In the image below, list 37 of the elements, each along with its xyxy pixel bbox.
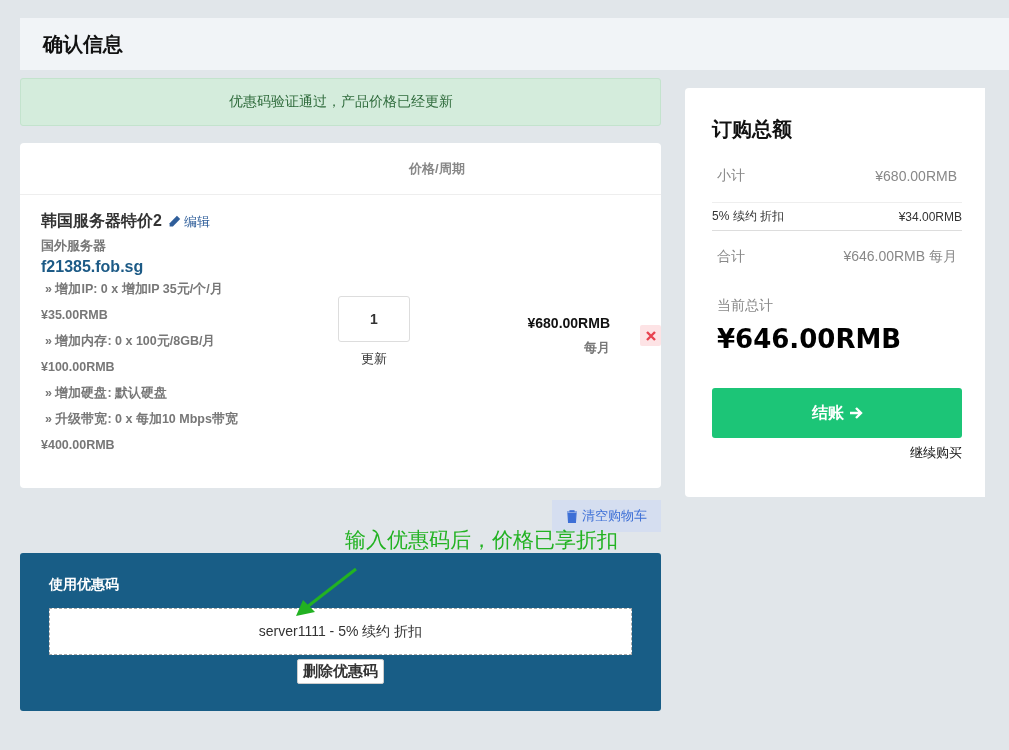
summary-title: 订购总额	[712, 117, 793, 142]
current-total-amount: ¥646.00RMB	[717, 324, 902, 354]
option-label: » 增加IP: 0 x 增加IP 35元/个/月	[44, 282, 223, 296]
product-group: 国外服务器	[41, 237, 306, 255]
trash-icon	[566, 509, 578, 523]
summary-label: 5% 续约 折扣	[712, 208, 784, 225]
option-price: ¥400.00RMB	[41, 438, 115, 452]
annotation-arrow	[296, 567, 357, 616]
remove-button[interactable]	[640, 325, 661, 346]
page-title: 确认信息	[41, 32, 123, 57]
summary-label: 小计	[717, 167, 745, 185]
column-header: 价格/周期	[409, 159, 465, 178]
edit-link[interactable]: 编辑	[167, 212, 210, 231]
success-alert: 优惠码验证通过，产品价格已经更新	[20, 78, 661, 126]
item-price: ¥680.00RMB	[527, 315, 610, 331]
option-label: » 增加硬盘: 默认硬盘	[44, 386, 168, 400]
summary-amount: ¥34.00RMB	[898, 209, 962, 224]
option-price: ¥35.00RMB	[41, 308, 108, 322]
remove-promo-button[interactable]: 删除优惠码	[297, 659, 384, 684]
current-total-label: 当前总计	[717, 297, 773, 313]
quantity-field[interactable]: 1	[338, 296, 410, 342]
update-link[interactable]: 更新	[361, 350, 387, 368]
continue-shopping-link[interactable]: 继续购买	[910, 445, 962, 460]
option-label: » 增加内存: 0 x 100元/8GB/月	[44, 334, 216, 348]
domain-text: f21385.fob.sg	[41, 258, 145, 276]
promo-title: 使用优惠码	[49, 577, 119, 592]
billing-cycle: 每月	[584, 340, 610, 355]
pencil-icon	[167, 215, 181, 228]
summary-amount: ¥646.00RMB 每月	[843, 248, 957, 266]
option-price: ¥100.00RMB	[41, 360, 115, 374]
summary-amount: ¥680.00RMB	[875, 168, 957, 184]
arrow-right-icon	[848, 406, 863, 420]
product-name: 韩国服务器特价2	[41, 211, 162, 231]
close-icon	[645, 330, 656, 341]
option-label: » 升级带宽: 0 x 每加10 Mbps带宽	[44, 412, 238, 426]
summary-label: 合计	[717, 248, 745, 266]
applied-promo-code: server1111 - 5% 续约 折扣	[49, 608, 632, 655]
